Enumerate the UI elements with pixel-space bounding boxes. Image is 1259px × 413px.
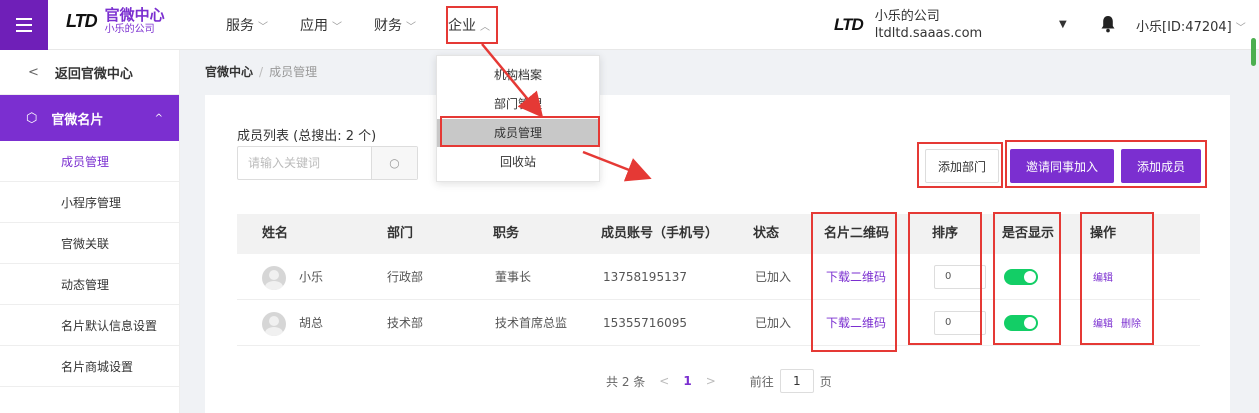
sort-input[interactable]: 0 [934, 265, 986, 289]
scrollbar-thumb[interactable] [1251, 38, 1256, 66]
sidebar-item-members[interactable]: 成员管理 [0, 141, 179, 182]
menu-item-member-manage[interactable]: 成员管理 [437, 119, 599, 147]
add-department-button[interactable]: 添加部门 [925, 149, 999, 183]
goto-label: 前往 [749, 374, 774, 389]
bell-icon[interactable] [1100, 15, 1116, 33]
sidebar-item-card-mall[interactable]: 名片商城设置 [0, 346, 179, 387]
col-title: 职务 [493, 226, 520, 241]
table-row: 小乐 行政部 董事长 13758195137 已加入 下载二维码 0 编辑 [237, 254, 1200, 300]
sidebar-item-miniprogram[interactable]: 小程序管理 [0, 182, 179, 223]
menu-item-recycle-bin[interactable]: 回收站 [437, 148, 599, 176]
pagination-total: 共 2 条 [606, 374, 646, 389]
company-logo-mark: LTD [834, 15, 864, 34]
logo-title: 官微中心 [104, 6, 165, 24]
sidebar-section-card[interactable]: ⬡ 官微名片 ^ [0, 95, 179, 141]
member-dept: 技术部 [387, 316, 424, 330]
chevron-up-icon: ︿ [480, 22, 490, 33]
member-title: 董事长 [495, 270, 532, 284]
invite-colleague-button[interactable]: 邀请同事加入 [1010, 149, 1114, 183]
breadcrumb-current: 成员管理 [269, 65, 318, 79]
visibility-toggle[interactable] [1004, 269, 1038, 285]
search-box: ○ [237, 146, 418, 180]
download-qr-link[interactable]: 下载二维码 [826, 300, 886, 346]
logo-subtitle: 小乐的公司 [104, 24, 155, 35]
user-name: 小乐[ID:47204] [1136, 20, 1232, 35]
nav-apps[interactable]: 应用 ﹀ [300, 15, 342, 35]
member-phone: 15355716095 [603, 316, 687, 330]
sidebar-item-link[interactable]: 官微关联 [0, 223, 179, 264]
edit-link[interactable]: 编辑 [1093, 319, 1113, 330]
chevron-down-icon: ﹀ [332, 22, 342, 33]
member-name: 胡总 [299, 316, 324, 330]
member-title: 技术首席总监 [495, 316, 568, 330]
col-sort: 排序 [932, 226, 959, 241]
chevron-left-icon: < [28, 64, 39, 80]
edit-link[interactable]: 编辑 [1093, 273, 1113, 284]
search-button[interactable]: ○ [371, 147, 417, 179]
sidebar: < 返回官微中心 ⬡ 官微名片 ^ 成员管理 小程序管理 官微关联 动态管理 名… [0, 50, 180, 413]
col-dept: 部门 [387, 226, 414, 241]
avatar [262, 312, 286, 336]
col-name: 姓名 [262, 226, 289, 241]
prev-page-button[interactable]: < [659, 374, 669, 388]
col-visible: 是否显示 [1002, 226, 1055, 241]
page-1[interactable]: 1 [683, 374, 691, 388]
member-status: 已加入 [755, 270, 792, 284]
top-nav: 服务 ﹀ 应用 ﹀ 财务 ﹀ 企业 ︿ [226, 0, 522, 50]
row-actions: 编辑 删除 [1093, 300, 1149, 346]
member-phone: 13758195137 [603, 270, 687, 284]
table-row: 胡总 技术部 技术首席总监 15355716095 已加入 下载二维码 0 编辑… [237, 300, 1200, 346]
search-input[interactable] [238, 147, 371, 179]
col-qrcode: 名片二维码 [824, 226, 890, 241]
back-to-center[interactable]: < 返回官微中心 [0, 50, 179, 95]
company-name: 小乐的公司 [874, 9, 940, 24]
breadcrumb: 官微中心 / 成员管理 [205, 65, 318, 79]
delete-link[interactable]: 删除 [1121, 319, 1141, 330]
visibility-toggle[interactable] [1004, 315, 1038, 331]
list-title: 成员列表 (总搜出: 2 个) [237, 129, 377, 144]
add-member-button[interactable]: 添加成员 [1121, 149, 1201, 183]
member-status: 已加入 [755, 316, 792, 330]
nav-enterprise[interactable]: 企业 ︿ [448, 15, 490, 35]
top-bar: LTD 官微中心 小乐的公司 服务 ﹀ 应用 ﹀ 财务 ﹀ 企业 ︿ LTD 小乐的公司… [0, 0, 1259, 50]
chevron-down-icon: ﹀ [1235, 23, 1246, 34]
enterprise-dropdown: 机构档案 部门管理 成员管理 回收站 [436, 55, 600, 182]
nav-finance[interactable]: 财务 ﹀ [374, 15, 416, 35]
logo[interactable]: LTD 官微中心 小乐的公司 [66, 8, 165, 35]
breadcrumb-root[interactable]: 官微中心 [205, 65, 253, 79]
member-name: 小乐 [299, 270, 324, 284]
page-jump-input[interactable]: 1 [779, 369, 814, 393]
member-dept: 行政部 [387, 270, 424, 284]
chevron-down-icon: ﹀ [258, 22, 268, 33]
avatar [262, 266, 286, 290]
search-icon: ○ [389, 156, 400, 170]
company-switcher[interactable]: LTD 小乐的公司 ltdltd.saaas.com [834, 8, 982, 42]
user-menu[interactable]: 小乐[ID:47204] ﹀ [1136, 16, 1246, 35]
caret-down-icon[interactable]: ▼ [1059, 19, 1067, 30]
company-domain: ltdltd.saaas.com [874, 26, 983, 41]
col-actions: 操作 [1090, 226, 1117, 241]
sidebar-item-feed[interactable]: 动态管理 [0, 264, 179, 305]
cube-icon: ⬡ [26, 110, 38, 126]
download-qr-link[interactable]: 下载二维码 [826, 254, 886, 300]
table-header: 姓名 部门 职务 成员账号（手机号） 状态 名片二维码 排序 是否显示 操作 [237, 214, 1200, 254]
next-page-button[interactable]: > [706, 374, 716, 388]
nav-service[interactable]: 服务 ﹀ [226, 15, 268, 35]
menu-icon[interactable] [0, 0, 48, 50]
col-account: 成员账号（手机号） [601, 226, 719, 241]
menu-item-dept-manage[interactable]: 部门管理 [437, 90, 599, 118]
row-actions: 编辑 [1093, 254, 1121, 300]
logo-mark: LTD [66, 11, 98, 31]
chevron-down-icon: ﹀ [406, 22, 416, 33]
menu-item-org-profile[interactable]: 机构档案 [437, 61, 599, 89]
sidebar-item-card-defaults[interactable]: 名片默认信息设置 [0, 305, 179, 346]
col-status: 状态 [753, 226, 780, 241]
sort-input[interactable]: 0 [934, 311, 986, 335]
chevron-up-icon: ^ [154, 112, 163, 124]
pagination: 共 2 条 < 1 > 前往 1 页 [606, 369, 832, 393]
page-unit-label: 页 [819, 374, 832, 389]
